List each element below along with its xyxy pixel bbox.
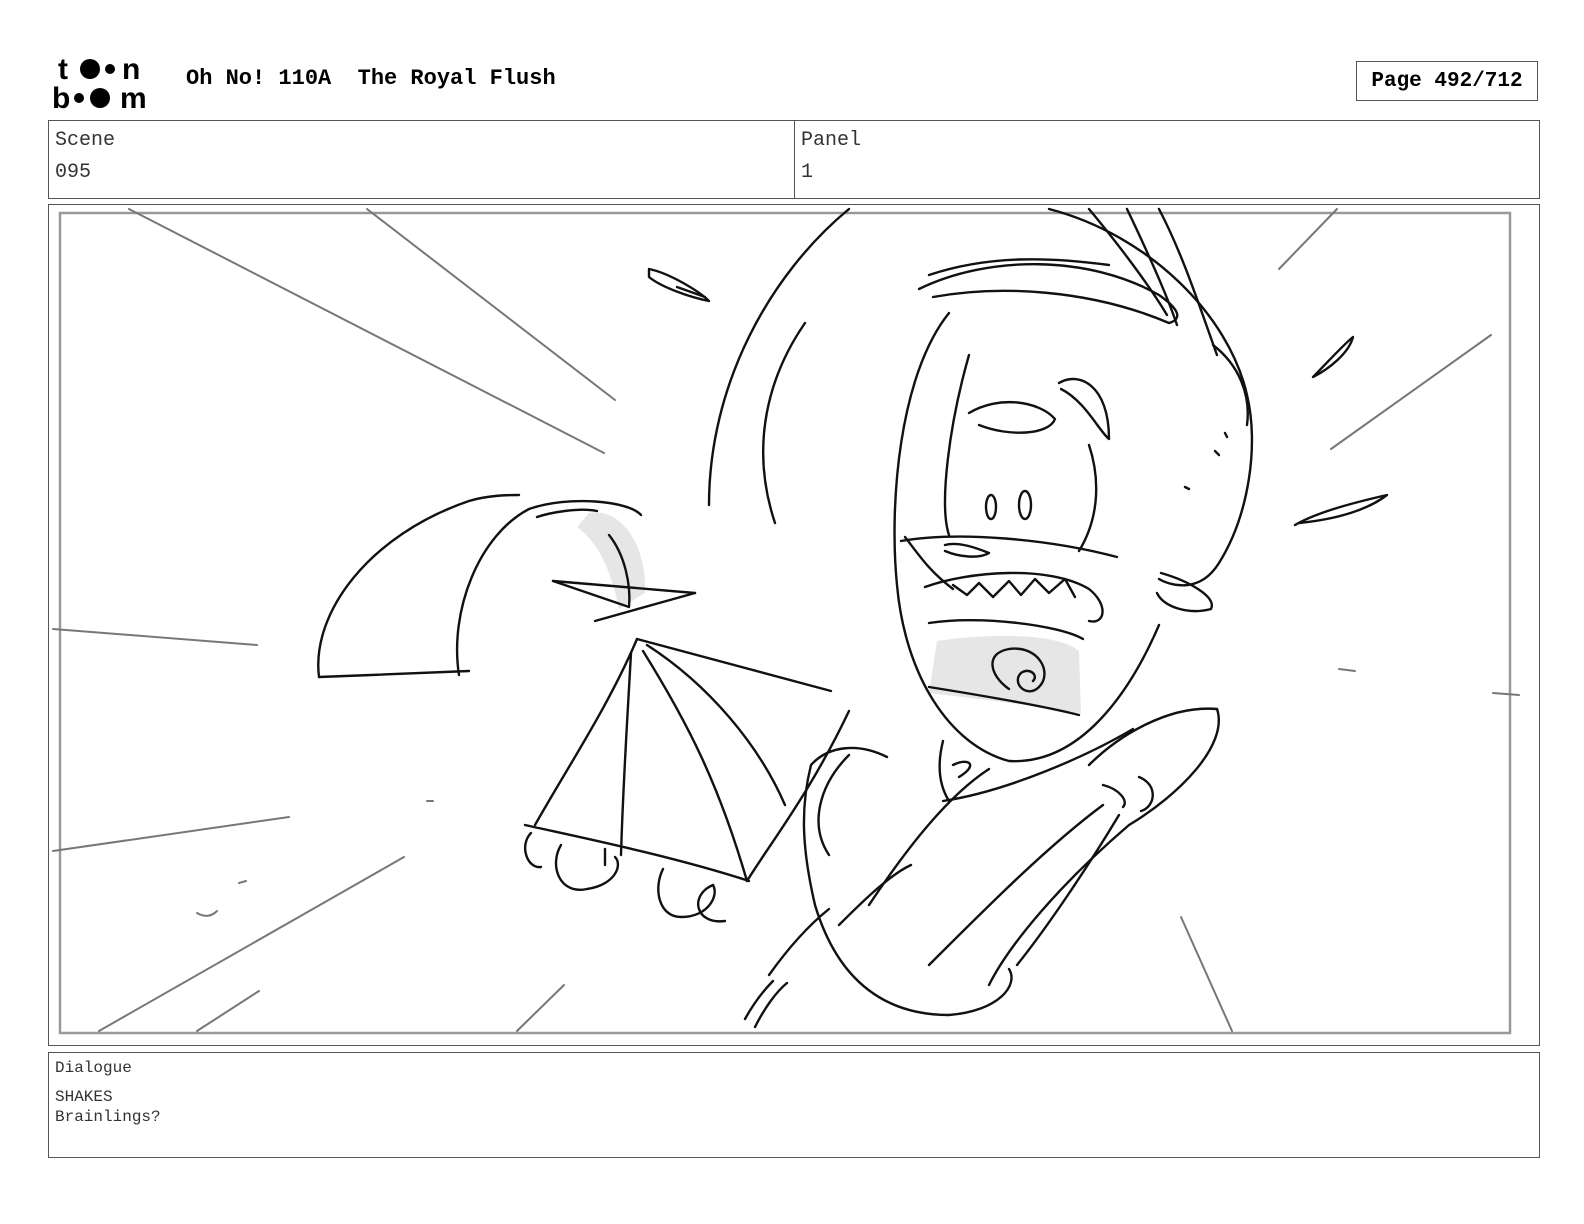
page-counter: Page 492/712	[1356, 61, 1538, 101]
dialogue-line: Brainlings?	[55, 1108, 161, 1126]
logo-bottom-row: b m	[52, 82, 147, 112]
dialogue-text: SHAKES Brainlings?	[55, 1087, 161, 1127]
svg-text:m: m	[120, 82, 147, 112]
scene-panel-info: Scene 095 Panel 1	[48, 120, 1540, 199]
storyboard-frame	[48, 204, 1540, 1046]
safe-frame	[58, 211, 1512, 1035]
storyboard-title: Oh No! 110A The Royal Flush	[186, 66, 556, 91]
panel-label: Panel	[801, 129, 862, 152]
scene-label: Scene	[55, 129, 116, 152]
dialogue-box: Dialogue SHAKES Brainlings?	[48, 1052, 1540, 1158]
dialogue-speaker: SHAKES	[55, 1088, 113, 1106]
svg-text:b: b	[52, 82, 70, 112]
toonboom-logo: t n b m	[52, 53, 147, 112]
character-sketch	[317, 207, 1389, 1029]
panel-number: 1	[801, 161, 814, 184]
panel-cell: Panel 1	[795, 121, 1539, 198]
tone-shading	[577, 512, 1081, 713]
dialogue-label: Dialogue	[55, 1059, 132, 1077]
page-number: Page 492/712	[1371, 69, 1523, 93]
sketch-drawing	[52, 207, 1520, 1035]
speed-lines	[52, 208, 1520, 1032]
scene-number: 095	[55, 161, 92, 184]
scene-cell: Scene 095	[49, 121, 795, 198]
